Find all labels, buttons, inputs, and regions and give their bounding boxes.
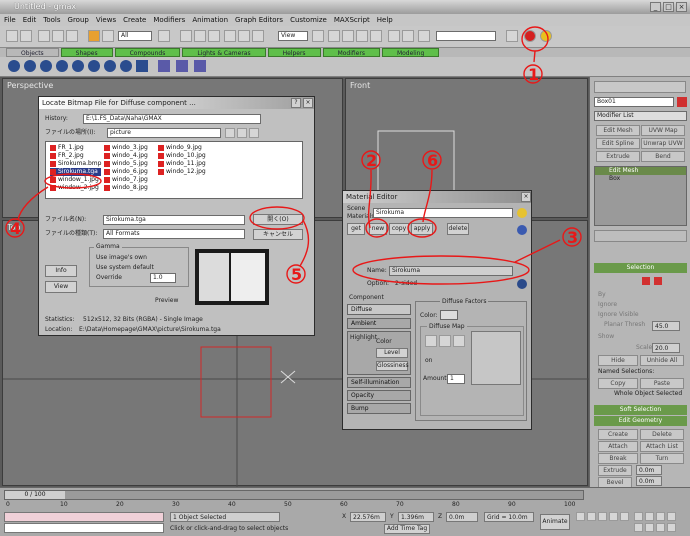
annotation-circle-material-editor: [521, 26, 549, 52]
app-window: Untitled - gmax _ □ × File Edit Tools Gr…: [0, 0, 690, 536]
annotation-line-2: [367, 169, 372, 229]
annotation-number-6: 6: [427, 151, 438, 170]
annotation-number-5: 5: [291, 265, 302, 284]
annotation-circle-apply: [407, 218, 437, 238]
annotation-number-3: 3: [567, 228, 578, 247]
annotation-circle-name: [352, 255, 530, 285]
annotation-number-2: 2: [366, 151, 377, 170]
annotation-line-3: [514, 239, 561, 263]
annotation-circle-open: [249, 206, 305, 230]
annotation-line-5: [299, 219, 310, 267]
annotation-number-1: 1: [528, 65, 539, 84]
annotation-line-1: [533, 50, 536, 63]
annotation-line-4: [17, 186, 49, 221]
annotation-line-6: [422, 169, 433, 223]
annotation-circle-file: [44, 173, 102, 189]
tutorial-annotations: 1 2 6 3 4 5: [5, 26, 582, 285]
annotation-number-4: 4: [10, 219, 21, 238]
